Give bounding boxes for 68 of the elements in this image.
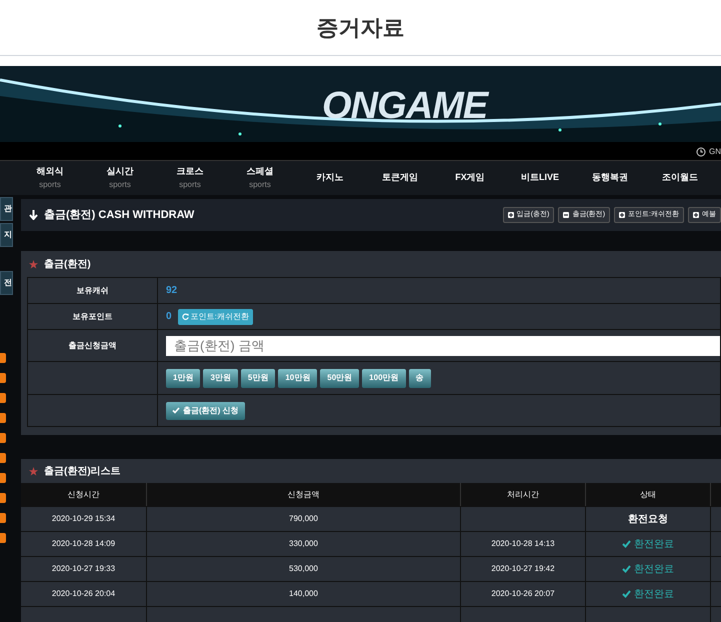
marker-icon: [0, 473, 6, 483]
status-text: 환전완료: [634, 538, 674, 552]
page-title: 증거자료: [316, 14, 404, 42]
nav-link[interactable]: FX게임: [435, 161, 505, 195]
sidebar-item[interactable]: 지: [0, 223, 13, 247]
nav-link[interactable]: 동행복권: [575, 161, 645, 195]
table-cell: 2020-10-26 20:04: [52, 588, 116, 600]
amount-field[interactable]: 출금(환전) 금액: [166, 336, 720, 356]
table-cell: 2020-10-26 20:07: [491, 588, 555, 600]
header-title: 출금(환전) CASH WITHDRAW: [44, 208, 194, 223]
table-cell: 530,000: [289, 563, 318, 575]
status-text: 환전완료: [634, 562, 674, 576]
clock-icon: [696, 147, 706, 157]
column-header: 신청금액: [288, 488, 320, 500]
check-icon: [172, 407, 180, 414]
submit-button[interactable]: 출금(환전) 신청: [166, 402, 245, 420]
panel-title: 출금(환전): [44, 258, 91, 272]
table-cell: 2020-10-28 14:09: [52, 538, 116, 550]
marker-icon: [0, 373, 6, 383]
corner-text: GN: [709, 146, 721, 158]
table-cell: 790,000: [289, 513, 318, 525]
field-label: 보유캐쉬: [76, 284, 108, 296]
table-cell: 2020-10-28 14:13: [491, 538, 555, 550]
points-value: 0: [166, 310, 172, 324]
status-text: 환전완료: [634, 588, 674, 602]
column-header: 처리시간: [507, 488, 539, 500]
nav-link[interactable]: 카지노: [295, 161, 365, 195]
cash-value: 92: [166, 284, 178, 298]
sidebar-item[interactable]: 관: [0, 197, 13, 221]
status-text: 환전요청: [628, 512, 668, 526]
marker-icon: [0, 393, 6, 403]
plus-icon: [619, 212, 626, 218]
nav-link[interactable]: 해외식 sports: [15, 161, 85, 195]
minus-icon: [563, 212, 570, 218]
field-label: 보유포인트: [72, 310, 112, 322]
nav-link[interactable]: 토큰게임: [365, 161, 435, 195]
marker-icon: [0, 493, 6, 503]
field-label: 출금신청금액: [68, 340, 116, 352]
marker-icon: [0, 513, 6, 523]
table-cell: 2020-10-27 19:42: [491, 563, 555, 575]
check-icon: [622, 540, 631, 548]
nav-link[interactable]: 조이월드: [645, 161, 715, 195]
marker-icon: [0, 533, 6, 543]
table-cell: 330,000: [289, 538, 318, 550]
sidebar-item[interactable]: 전: [0, 271, 13, 295]
plus-icon: [693, 212, 699, 218]
marker-icon: [0, 453, 6, 463]
table-cell: 2020-10-27 19:33: [52, 563, 116, 575]
refresh-icon: [182, 313, 189, 320]
table-cell: 140,000: [289, 588, 318, 600]
nav-link[interactable]: 실시간 sports: [85, 161, 155, 195]
marker-icon: [0, 433, 6, 443]
star-icon: [29, 466, 38, 476]
check-icon: [622, 565, 631, 573]
logo-text[interactable]: ONGAME: [322, 78, 488, 135]
table-cell: 2020-10-29 15:34: [52, 513, 116, 525]
panel-title: 출금(환전)리스트: [44, 464, 121, 478]
marker-icon: [0, 353, 6, 363]
down-arrow-icon: [29, 210, 38, 220]
nav-link[interactable]: 스페셜 sports: [225, 161, 295, 195]
marker-icon: [0, 413, 6, 423]
plus-icon: [508, 212, 514, 218]
column-header: 상태: [640, 488, 656, 500]
nav-link[interactable]: 크로스 sports: [155, 161, 225, 195]
column-header: 신청시간: [68, 488, 100, 500]
check-icon: [622, 590, 631, 598]
star-icon: [29, 260, 38, 268]
nav-link[interactable]: 비트LIVE: [505, 161, 575, 195]
